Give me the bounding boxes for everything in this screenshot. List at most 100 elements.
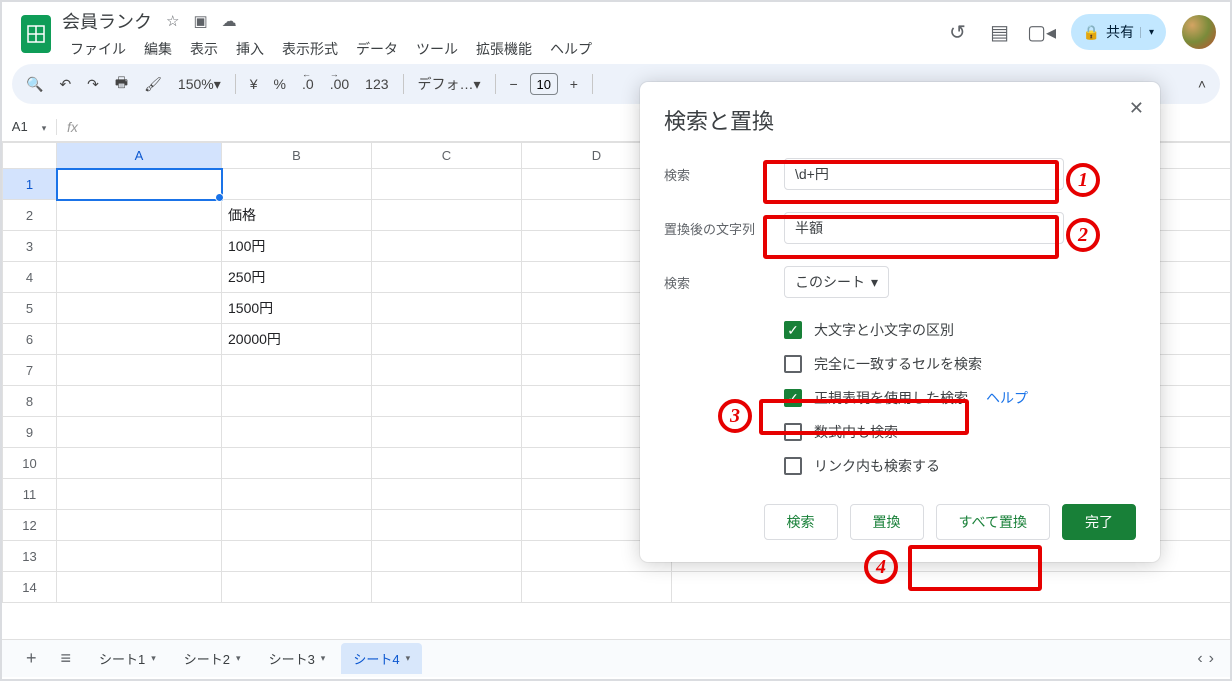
row-header[interactable]: 14: [3, 572, 57, 603]
check-links[interactable]: リンク内も検索する: [664, 456, 1136, 476]
fx-icon[interactable]: fx: [56, 119, 88, 135]
history-icon[interactable]: ↺: [945, 19, 971, 45]
row-header[interactable]: 3: [3, 231, 57, 262]
menu-extensions[interactable]: 拡張機能: [468, 37, 540, 61]
cell[interactable]: [222, 541, 372, 572]
undo-icon[interactable]: ↶: [55, 74, 75, 95]
cell[interactable]: 250円: [222, 262, 372, 293]
check-entire-cell[interactable]: 完全に一致するセルを検索: [664, 354, 1136, 374]
cell[interactable]: [222, 510, 372, 541]
cell[interactable]: [57, 262, 222, 293]
cell[interactable]: [57, 448, 222, 479]
scope-select[interactable]: このシート ▾: [784, 266, 889, 298]
sheet-tab[interactable]: シート3▾: [257, 643, 338, 674]
cell[interactable]: [222, 417, 372, 448]
cell[interactable]: 価格: [222, 200, 372, 231]
avatar[interactable]: [1182, 15, 1216, 49]
paint-format-icon[interactable]: 🖌: [140, 74, 166, 95]
cell[interactable]: [222, 448, 372, 479]
cell[interactable]: [372, 262, 522, 293]
row-header[interactable]: 12: [3, 510, 57, 541]
col-header-b[interactable]: B: [222, 143, 372, 169]
menu-tools[interactable]: ツール: [408, 37, 466, 61]
cell[interactable]: [222, 169, 372, 200]
cell[interactable]: [57, 169, 222, 200]
cell[interactable]: [222, 386, 372, 417]
replace-all-button[interactable]: すべて置換: [936, 504, 1050, 540]
currency-button[interactable]: ¥: [246, 74, 262, 94]
cell[interactable]: [372, 200, 522, 231]
cell[interactable]: [57, 417, 222, 448]
increase-decimal-button[interactable]: .00→: [326, 74, 353, 94]
cell[interactable]: [57, 541, 222, 572]
row-header[interactable]: 2: [3, 200, 57, 231]
col-header-a[interactable]: A: [57, 143, 222, 169]
cell[interactable]: [57, 479, 222, 510]
percent-button[interactable]: %: [270, 74, 290, 94]
cell[interactable]: [57, 324, 222, 355]
document-title[interactable]: 会員ランク: [62, 8, 152, 34]
share-button[interactable]: 🔒 共有 ▾: [1071, 14, 1166, 50]
cell[interactable]: [222, 355, 372, 386]
cell[interactable]: [372, 169, 522, 200]
cell[interactable]: [672, 572, 1231, 603]
all-sheets-button[interactable]: ≡: [53, 648, 80, 669]
col-header-c[interactable]: C: [372, 143, 522, 169]
font-select[interactable]: デフォ… ▾: [414, 74, 485, 94]
font-size-increase[interactable]: +: [566, 74, 582, 94]
cell[interactable]: 1500円: [222, 293, 372, 324]
row-header[interactable]: 9: [3, 417, 57, 448]
menu-format[interactable]: 表示形式: [274, 37, 346, 61]
cell[interactable]: [522, 572, 672, 603]
collapse-toolbar-icon[interactable]: ˄: [1194, 74, 1210, 94]
cell[interactable]: [222, 479, 372, 510]
move-icon[interactable]: ▣: [193, 12, 207, 30]
redo-icon[interactable]: ↷: [83, 74, 103, 95]
row-header[interactable]: 13: [3, 541, 57, 572]
close-icon[interactable]: ✕: [1129, 98, 1144, 119]
find-button[interactable]: 検索: [764, 504, 838, 540]
cell[interactable]: [372, 231, 522, 262]
row-header[interactable]: 7: [3, 355, 57, 386]
replace-button[interactable]: 置換: [850, 504, 924, 540]
decrease-decimal-button[interactable]: .0←: [298, 74, 318, 94]
cell[interactable]: [372, 572, 522, 603]
cell[interactable]: [372, 417, 522, 448]
cell[interactable]: [372, 479, 522, 510]
cell[interactable]: [57, 510, 222, 541]
cell[interactable]: [57, 355, 222, 386]
row-header[interactable]: 5: [3, 293, 57, 324]
row-header[interactable]: 11: [3, 479, 57, 510]
cell[interactable]: [222, 572, 372, 603]
font-size-decrease[interactable]: −: [506, 74, 522, 94]
cell[interactable]: 20000円: [222, 324, 372, 355]
cell[interactable]: [372, 541, 522, 572]
find-input[interactable]: [784, 158, 1064, 190]
cell[interactable]: [372, 324, 522, 355]
menu-data[interactable]: データ: [348, 37, 406, 61]
cell[interactable]: 100円: [222, 231, 372, 262]
sheets-logo[interactable]: [16, 8, 56, 60]
comments-icon[interactable]: ▤: [987, 19, 1013, 45]
row-header[interactable]: 1: [3, 169, 57, 200]
replace-input[interactable]: [784, 212, 1064, 244]
cell[interactable]: [372, 510, 522, 541]
sheet-nav-left[interactable]: ‹: [1197, 650, 1202, 668]
menu-edit[interactable]: 編集: [136, 37, 180, 61]
row-header[interactable]: 10: [3, 448, 57, 479]
sheet-tab[interactable]: シート1▾: [87, 643, 168, 674]
menu-insert[interactable]: 挿入: [228, 37, 272, 61]
sheet-tab[interactable]: シート4▾: [341, 643, 422, 674]
cell[interactable]: [372, 355, 522, 386]
cell[interactable]: [372, 386, 522, 417]
check-match-case[interactable]: ✓ 大文字と小文字の区別: [664, 320, 1136, 340]
sheet-tab[interactable]: シート2▾: [172, 643, 253, 674]
name-box[interactable]: A1: [2, 119, 56, 134]
cell[interactable]: [57, 200, 222, 231]
star-icon[interactable]: ☆: [166, 12, 179, 30]
add-sheet-button[interactable]: +: [18, 648, 45, 669]
row-header[interactable]: 4: [3, 262, 57, 293]
more-formats-button[interactable]: 123: [361, 74, 392, 94]
cell[interactable]: [57, 386, 222, 417]
cell[interactable]: [57, 293, 222, 324]
